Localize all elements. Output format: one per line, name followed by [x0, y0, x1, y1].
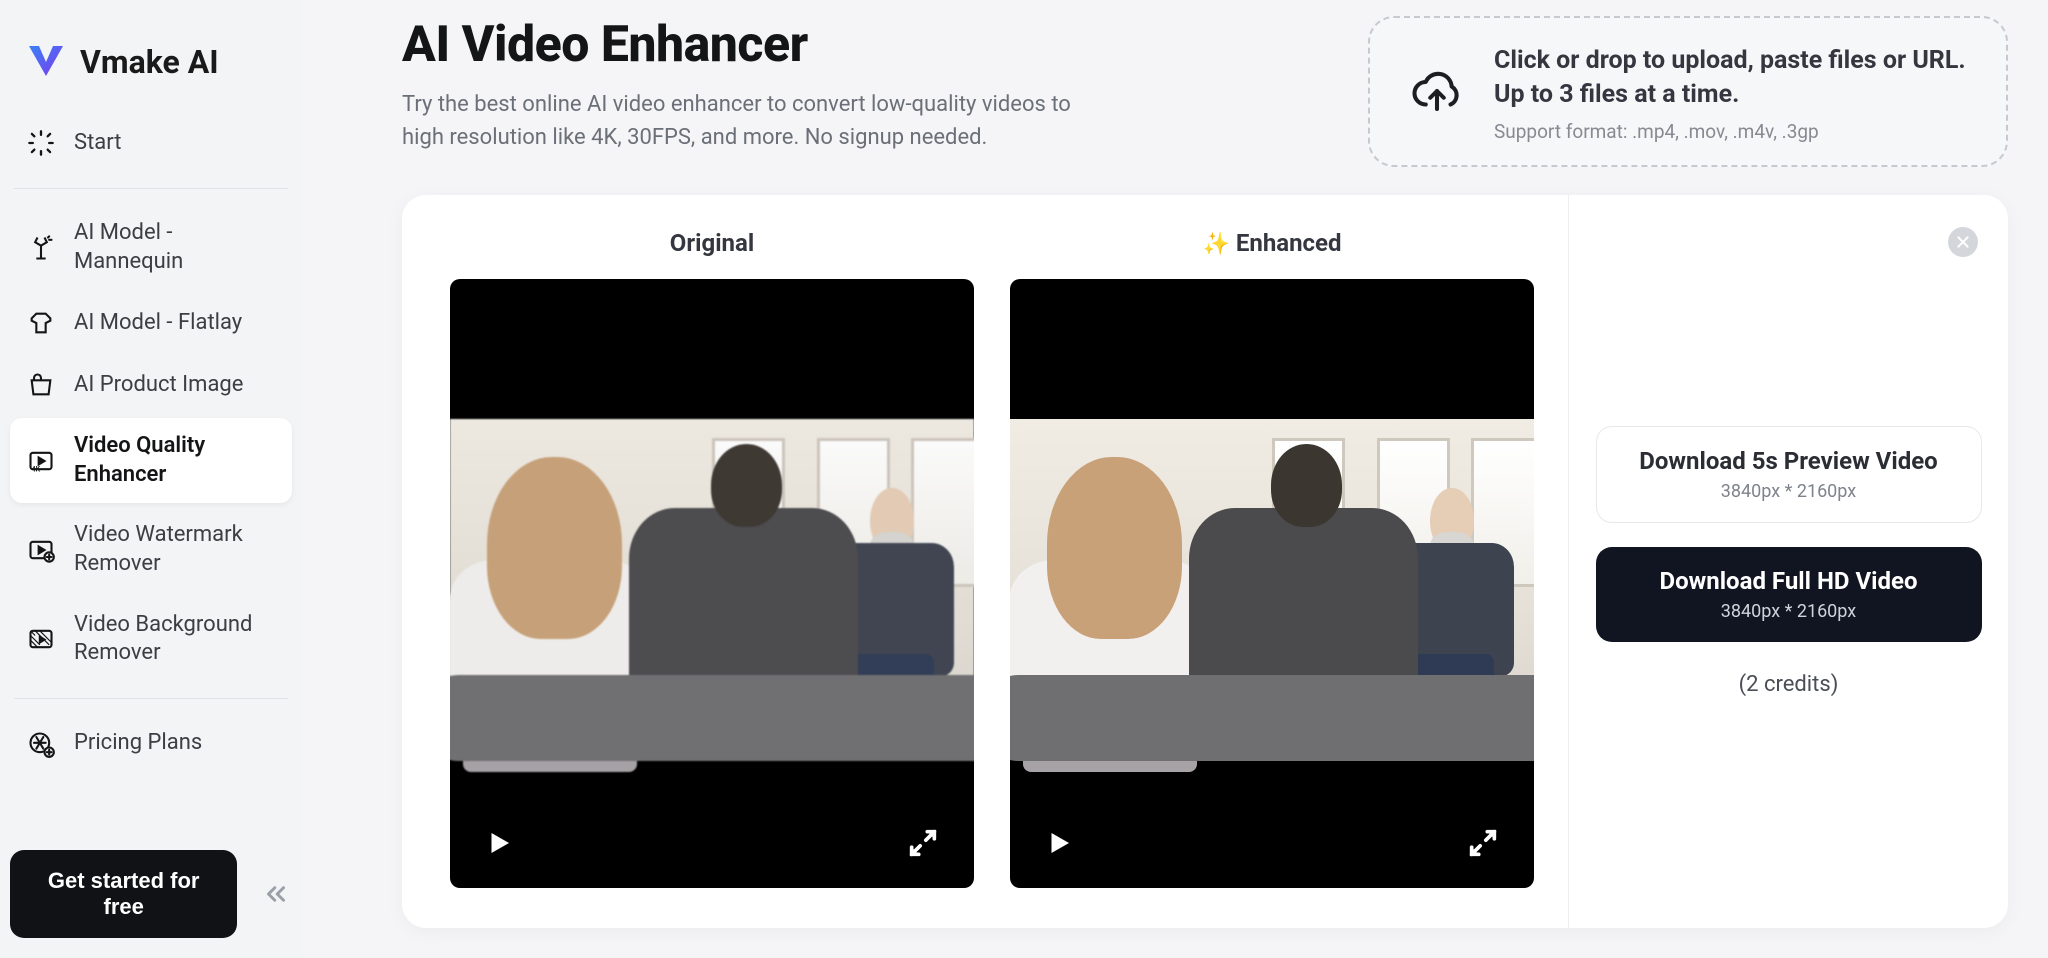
brand-logo[interactable]: Vmake AI	[10, 24, 292, 114]
close-panel-button[interactable]	[1948, 227, 1978, 257]
upload-cloud-icon	[1410, 64, 1464, 122]
download-full-resolution: 3840px * 2160px	[1614, 601, 1964, 622]
fullscreen-button[interactable]	[1466, 826, 1500, 864]
get-started-button[interactable]: Get started for free	[10, 850, 237, 938]
brand-name: Vmake AI	[80, 43, 219, 81]
video-still	[1010, 419, 1534, 748]
enhanced-video[interactable]	[1010, 279, 1534, 889]
main-content: AI Video Enhancer Try the best online AI…	[302, 0, 2048, 958]
divider	[14, 698, 288, 699]
product-image-icon	[26, 370, 56, 400]
upload-line-1: Click or drop to upload, paste files or …	[1494, 44, 1966, 78]
header-row: AI Video Enhancer Try the best online AI…	[402, 16, 2008, 167]
sidebar-item-ai-product-image[interactable]: AI Product Image	[10, 356, 292, 414]
upload-text: Click or drop to upload, paste files or …	[1494, 44, 1966, 143]
original-video[interactable]	[450, 279, 974, 889]
sidebar-item-label: AI Model - Flatlay	[74, 309, 242, 338]
enhanced-label-text: Enhanced	[1236, 229, 1342, 257]
sidebar-item-label: AI Product Image	[74, 371, 243, 400]
download-panel: Download 5s Preview Video 3840px * 2160p…	[1568, 195, 2008, 929]
upload-dropzone[interactable]: Click or drop to upload, paste files or …	[1368, 16, 2008, 167]
compare-panel: Original ✨ Enhanced	[402, 195, 1568, 929]
sidebar-item-label: AI Model - Mannequin	[74, 219, 276, 276]
collapse-sidebar-button[interactable]	[259, 876, 292, 912]
page-title: AI Video Enhancer	[402, 16, 1102, 74]
sidebar-nav: Start AI Model - Mannequin AI Model - Fl…	[10, 114, 292, 773]
page-description: Try the best online AI video enhancer to…	[402, 88, 1102, 154]
sidebar-item-ai-model-flatlay[interactable]: AI Model - Flatlay	[10, 294, 292, 352]
sparkle-icon: ✨	[1202, 232, 1229, 257]
download-preview-button[interactable]: Download 5s Preview Video 3840px * 2160p…	[1596, 426, 1982, 523]
download-full-button[interactable]: Download Full HD Video 3840px * 2160px	[1596, 547, 1982, 642]
sidebar-item-pricing[interactable]: Pricing Plans	[10, 715, 292, 773]
sidebar-item-video-watermark-remover[interactable]: Video Watermark Remover	[10, 507, 292, 592]
title-block: AI Video Enhancer Try the best online AI…	[402, 16, 1102, 154]
divider	[14, 188, 288, 189]
video-enhancer-icon: 4K	[26, 446, 56, 476]
video-controls	[450, 802, 974, 888]
video-still	[450, 419, 974, 748]
sidebar-footer: Get started for free	[10, 850, 292, 938]
vmake-logo-icon	[26, 40, 66, 84]
sidebar-item-label: Video Quality Enhancer	[74, 432, 276, 489]
video-controls	[1010, 802, 1534, 888]
play-button[interactable]	[484, 826, 514, 864]
enhanced-label: ✨ Enhanced	[1010, 229, 1534, 257]
original-label: Original	[450, 229, 974, 257]
download-preview-title: Download 5s Preview Video	[1615, 447, 1963, 475]
sidebar-item-video-background-remover[interactable]: Video Background Remover	[10, 597, 292, 682]
videos-row	[450, 279, 1534, 889]
sidebar: Vmake AI Start AI Model - Mannequin	[0, 0, 302, 958]
upload-line-2: Up to 3 files at a time.	[1494, 78, 1966, 112]
pricing-icon	[26, 729, 56, 759]
flatlay-icon	[26, 308, 56, 338]
sidebar-item-label: Video Watermark Remover	[74, 521, 276, 578]
watermark-remover-icon	[26, 535, 56, 565]
sparkle-loader-icon	[26, 128, 56, 158]
credits-note: (2 credits)	[1739, 672, 1839, 697]
download-preview-resolution: 3840px * 2160px	[1615, 481, 1963, 502]
upload-support-formats: Support format: .mp4, .mov, .m4v, .3gp	[1494, 120, 1966, 143]
fullscreen-button[interactable]	[906, 826, 940, 864]
svg-text:4K: 4K	[32, 465, 41, 473]
download-full-title: Download Full HD Video	[1614, 567, 1964, 595]
sidebar-item-label: Start	[74, 129, 121, 158]
compare-labels: Original ✨ Enhanced	[450, 229, 1534, 257]
sidebar-item-label: Video Background Remover	[74, 611, 276, 668]
sidebar-item-label: Pricing Plans	[74, 729, 202, 758]
sidebar-item-start[interactable]: Start	[10, 114, 292, 172]
mannequin-icon	[26, 233, 56, 263]
sidebar-item-ai-model-mannequin[interactable]: AI Model - Mannequin	[10, 205, 292, 290]
workspace-card: Original ✨ Enhanced	[402, 195, 2008, 929]
play-button[interactable]	[1044, 826, 1074, 864]
sidebar-item-video-quality-enhancer[interactable]: 4K Video Quality Enhancer	[10, 418, 292, 503]
app-root: Vmake AI Start AI Model - Mannequin	[0, 0, 2048, 958]
background-remover-icon	[26, 624, 56, 654]
